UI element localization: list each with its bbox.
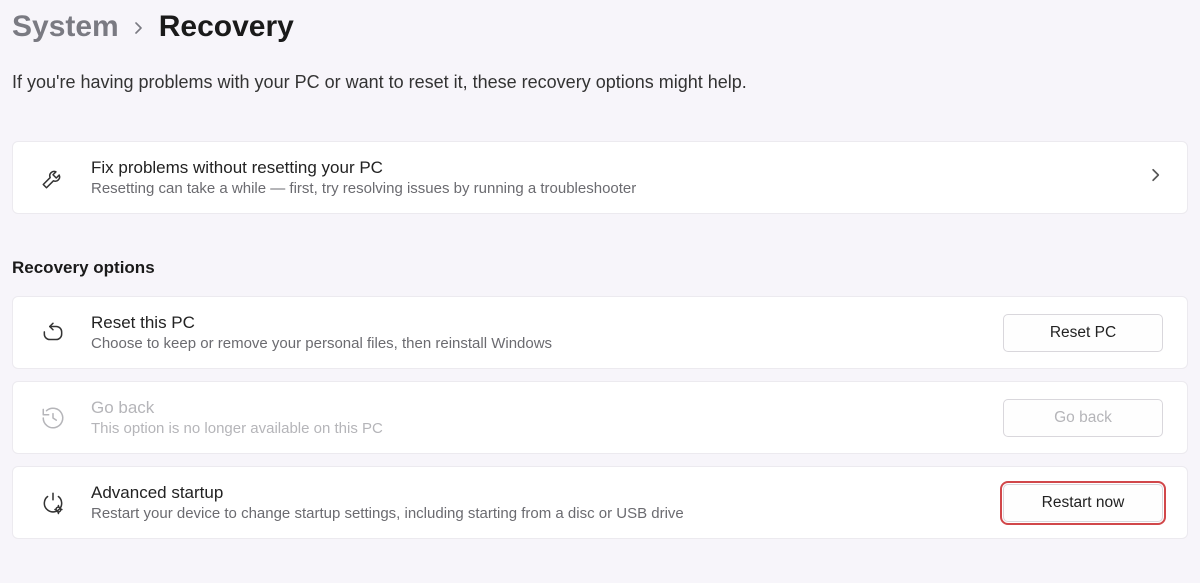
reset-pc-card: Reset this PC Choose to keep or remove y…	[12, 296, 1188, 369]
go-back-button: Go back	[1003, 399, 1163, 437]
reset-pc-title: Reset this PC	[91, 313, 981, 333]
breadcrumb: System Recovery	[12, 10, 1188, 44]
advanced-startup-card: Advanced startup Restart your device to …	[12, 466, 1188, 539]
fix-problems-sub: Resetting can take a while — first, try …	[91, 180, 1127, 197]
power-gear-icon	[37, 490, 69, 516]
recovery-options-heading: Recovery options	[12, 258, 1188, 278]
reset-pc-button[interactable]: Reset PC	[1003, 314, 1163, 352]
wrench-icon	[37, 165, 69, 191]
reset-icon	[37, 320, 69, 346]
advanced-startup-sub: Restart your device to change startup se…	[91, 505, 981, 522]
breadcrumb-parent[interactable]: System	[12, 10, 119, 44]
go-back-title: Go back	[91, 398, 981, 418]
go-back-sub: This option is no longer available on th…	[91, 420, 981, 437]
fix-problems-title: Fix problems without resetting your PC	[91, 158, 1127, 178]
history-icon	[37, 405, 69, 431]
advanced-startup-title: Advanced startup	[91, 483, 981, 503]
go-back-card: Go back This option is no longer availab…	[12, 381, 1188, 454]
chevron-right-icon	[1149, 168, 1163, 187]
fix-problems-card[interactable]: Fix problems without resetting your PC R…	[12, 141, 1188, 214]
intro-text: If you're having problems with your PC o…	[12, 72, 1188, 93]
chevron-right-icon	[133, 18, 145, 39]
reset-pc-sub: Choose to keep or remove your personal f…	[91, 335, 981, 352]
restart-now-button[interactable]: Restart now	[1003, 484, 1163, 522]
breadcrumb-current: Recovery	[159, 10, 294, 44]
